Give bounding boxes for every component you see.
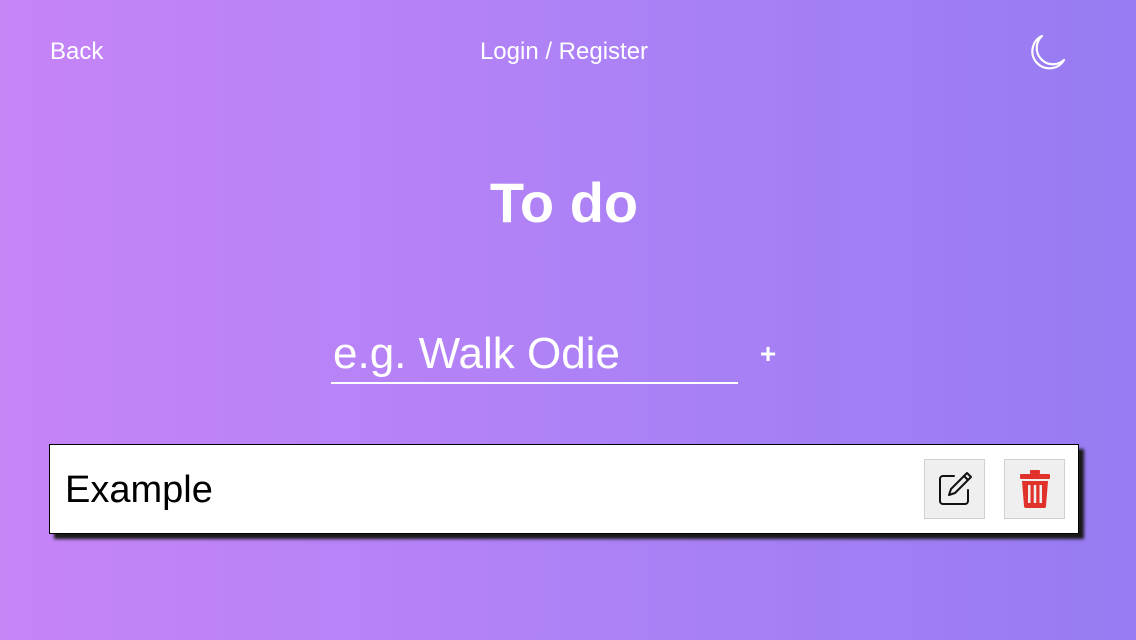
new-task-input[interactable]	[331, 326, 738, 384]
moon-icon	[1031, 34, 1066, 70]
todo-item-text: Example	[65, 469, 213, 511]
edit-button[interactable]	[924, 459, 985, 519]
page-title: To do	[489, 171, 639, 234]
add-task-button[interactable]: +	[752, 336, 784, 372]
todo-item: Example	[49, 444, 1079, 534]
trash-icon	[1019, 470, 1050, 508]
theme-toggle-button[interactable]	[1024, 30, 1070, 76]
login-register-link[interactable]: Login / Register	[0, 37, 1128, 67]
delete-button[interactable]	[1004, 459, 1065, 519]
pencil-square-icon	[938, 472, 972, 505]
